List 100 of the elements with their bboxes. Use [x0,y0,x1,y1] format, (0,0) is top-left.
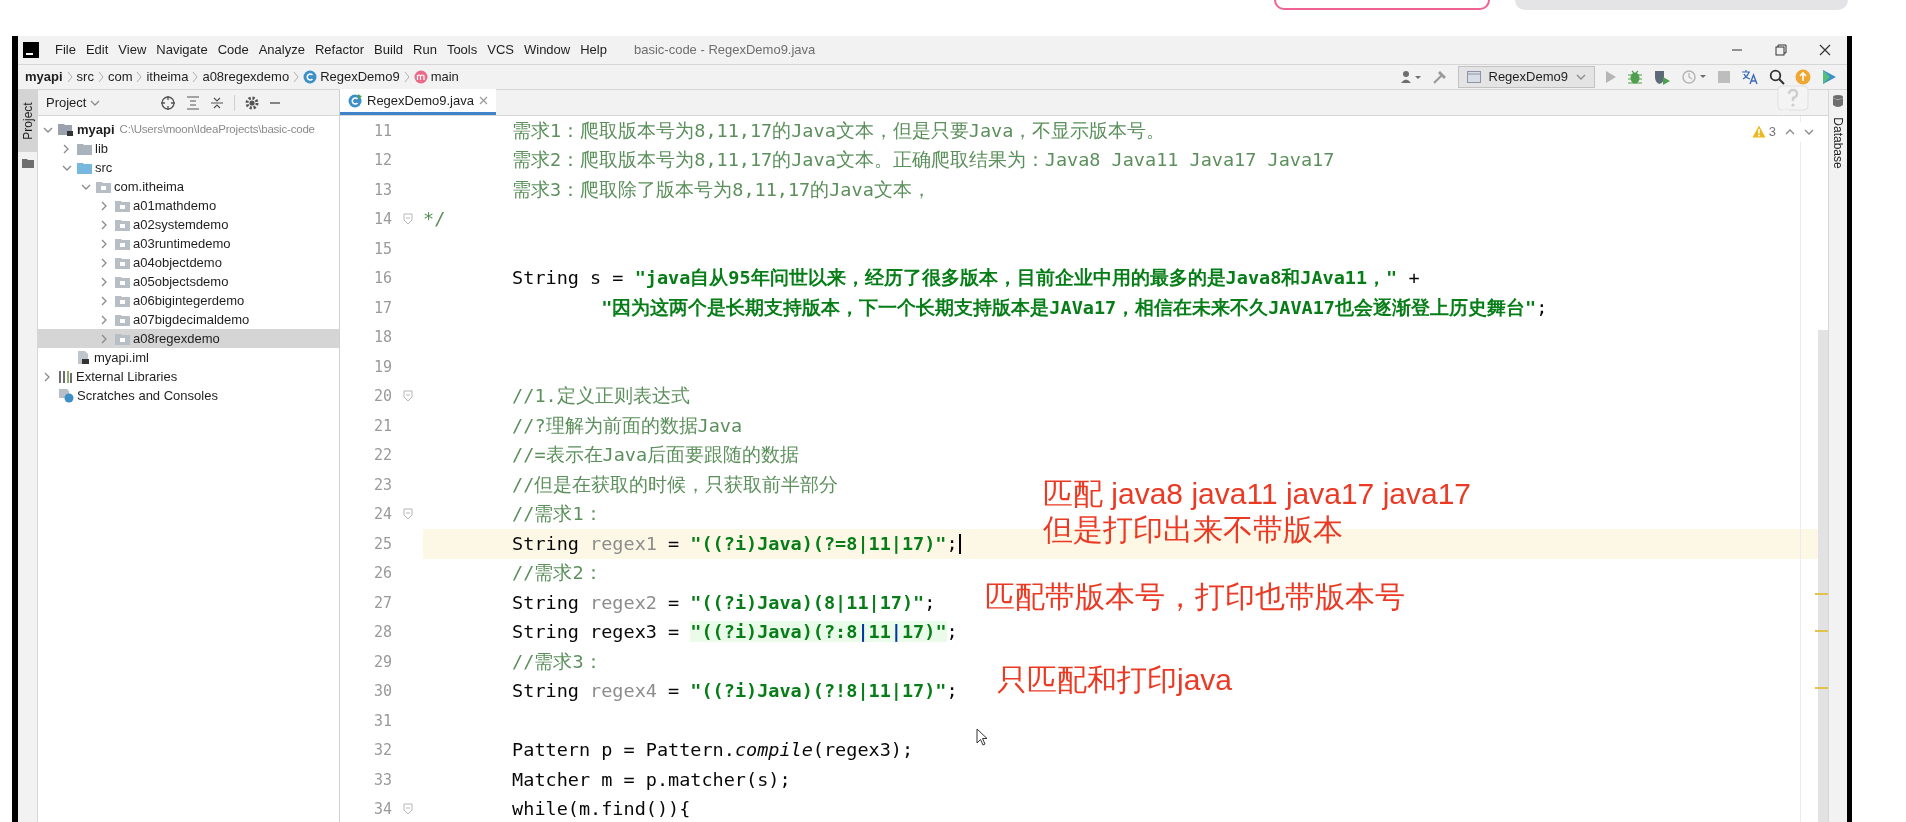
line-number: 18 [372,327,392,348]
library-icon [58,370,73,383]
breadcrumb-item[interactable]: com [104,67,136,87]
view-dropdown[interactable]: Project [46,92,101,113]
chevron-icon [402,71,411,83]
menu-item[interactable]: Edit [80,40,114,60]
menu-item[interactable]: Tools [441,40,483,60]
user-icon[interactable] [1399,70,1422,84]
close-icon[interactable] [1819,44,1831,56]
menu-item[interactable]: Run [408,40,442,60]
menu-item[interactable]: Refactor [309,40,370,60]
breadcrumb-item[interactable]: a08regexdemo [199,67,293,87]
package-icon [115,275,130,288]
annotation-text: 匹配带版本号，打印也带版本号 [985,579,1405,615]
chevron-icon [292,71,301,83]
tree-item[interactable]: src [38,158,339,177]
fold-icon[interactable] [402,803,413,816]
folder-icon[interactable] [21,158,34,168]
file-icon [77,350,91,365]
code-line: //但是在获取的时候，只获取前半部分 [512,472,839,497]
locate-icon[interactable] [160,94,177,111]
package-icon [115,256,130,269]
annotation-text: 匹配 java8 java11 java17 java17 [1043,476,1472,512]
tree-item[interactable]: a08regexdemo [38,329,339,348]
scrollbar-thumb[interactable] [1818,330,1828,822]
editor-tab[interactable]: RegexDemo9.java [340,89,496,115]
menu-item[interactable]: Analyze [253,40,310,60]
tree-item[interactable]: a02systemdemo [38,215,339,234]
menu-item[interactable]: View [113,40,152,60]
run-config-dropdown[interactable]: RegexDemo9 [1457,66,1595,88]
hammer-icon[interactable] [1431,69,1448,85]
line-number: 33 [372,769,392,791]
fold-icon[interactable] [402,390,413,403]
breadcrumb-item[interactable]: main [410,67,462,87]
tree-item[interactable]: Scratches and Consoles [38,386,339,405]
menu-item[interactable]: VCS [482,40,519,60]
menu-item[interactable]: Window [518,40,576,60]
breadcrumb-item[interactable]: src [73,67,97,87]
line-number: 12 [372,150,392,171]
method-icon [413,70,428,84]
menu-item[interactable]: Navigate [151,40,213,60]
tree-item[interactable]: a07bigdecimaldemo [38,310,339,329]
line-number: 31 [372,710,392,732]
profiler-icon[interactable] [1681,69,1707,85]
warning-marker[interactable] [1815,687,1828,689]
code-line: Pattern p = Pattern.compile(regex3); [512,738,914,763]
menu-item[interactable]: Help [575,40,612,60]
annotation-text: 只匹配和打印java [997,662,1233,698]
line-number: 20 [372,386,392,407]
tree-item[interactable]: a03runtimedemo [38,234,339,253]
warning-marker[interactable] [1815,630,1828,632]
warnings-indicator[interactable]: 3 [1751,122,1776,142]
line-number: 14 [372,209,392,230]
line-number: 28 [372,622,392,643]
search-icon[interactable] [1769,69,1785,85]
tree-item[interactable]: lib [38,139,339,158]
line-number: 15 [372,238,392,260]
tree-item[interactable]: External Libraries [38,367,339,386]
breadcrumb-item[interactable]: myapi [22,67,66,87]
coverage-icon[interactable] [1653,69,1671,85]
menu-item[interactable]: Build [369,40,408,60]
menu-item[interactable]: Code [212,40,254,60]
menu-item[interactable]: File [50,40,81,60]
expand-all-icon[interactable] [186,95,201,110]
scratches-icon [58,388,74,403]
tree-item[interactable]: a05objectsdemo [38,272,339,291]
translate-icon[interactable] [1741,69,1759,85]
restore-icon[interactable] [1775,44,1787,56]
chevron-icon [65,71,74,83]
app-logo-icon [22,41,40,59]
debug-icon[interactable] [1627,69,1643,85]
tree-item[interactable]: myapi.iml [38,348,339,367]
line-number: 13 [372,179,392,201]
code-line: */ [423,207,446,232]
plugin-icon[interactable] [1821,69,1837,85]
side-tab[interactable]: Project [17,90,38,152]
line-number: 26 [372,563,392,584]
tree-item[interactable]: a06bigintegerdemo [38,291,339,310]
run-icon[interactable] [1605,70,1617,84]
fold-icon[interactable] [402,213,413,226]
update-icon[interactable] [1795,69,1811,85]
outlined-button[interactable] [1274,0,1490,10]
line-number: 21 [372,415,392,437]
settings-icon[interactable] [245,95,260,110]
tree-item[interactable]: com.itheima [38,177,339,196]
side-tab[interactable]: Database [1828,90,1848,174]
tree-item[interactable]: a04objectdemo [38,253,339,272]
tree-item[interactable]: a01mathdemo [38,196,339,215]
collapse-all-icon[interactable] [210,95,225,110]
line-number: 17 [372,297,392,319]
code-line: Matcher m = p.matcher(s); [512,767,791,792]
line-number: 16 [372,268,392,289]
tree-item[interactable]: myapi C:\Users\moon\IdeaProjects\basic-code [38,120,339,139]
breadcrumb-item[interactable]: RegexDemo9 [300,67,403,87]
class-icon [303,70,318,84]
package-icon [115,313,130,326]
breadcrumb-item[interactable]: itheima [143,67,192,87]
fold-icon[interactable] [402,508,413,521]
warning-marker[interactable] [1815,593,1828,595]
code-line: "因为这两个是长期支持版本，下一个长期支持版本是JAVa17，相信在未来不久JAVA17也会逐渐登上历史舞台"; [601,295,1548,320]
